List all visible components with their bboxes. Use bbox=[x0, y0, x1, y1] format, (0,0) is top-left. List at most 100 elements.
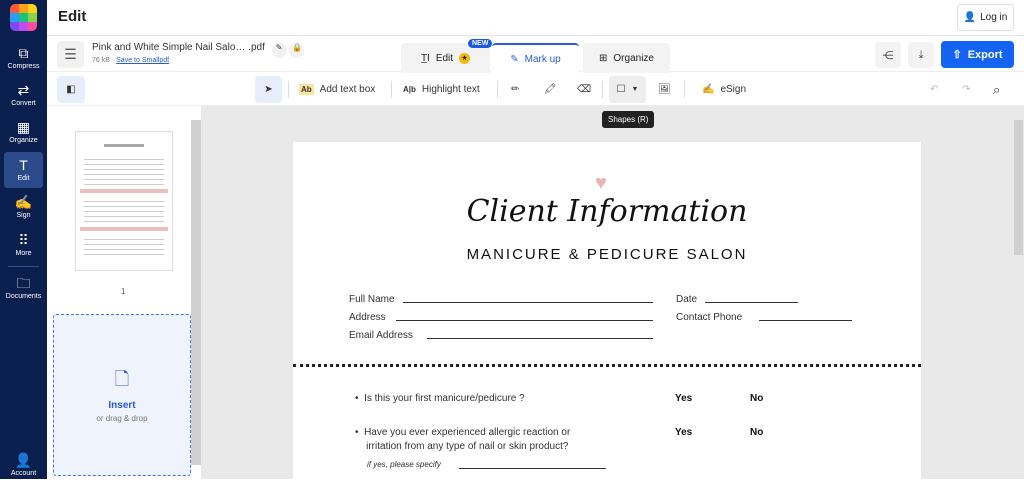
signature-icon: ✍ bbox=[702, 84, 715, 95]
question-1: • Is this your first manicure/pedicure ? bbox=[355, 393, 525, 404]
tool-label: Add text box bbox=[319, 84, 376, 95]
save-to-smallpdf-link[interactable]: Save to Smallpdf bbox=[116, 57, 169, 64]
text-edit-icon: T̲I bbox=[420, 52, 430, 64]
thumbnail-scrollbar[interactable] bbox=[191, 120, 201, 465]
insert-file-icon: 🗋 bbox=[114, 369, 130, 389]
yes-option: Yes bbox=[675, 427, 693, 438]
markup-toolbar: ◧ ➤ Ab Add text box A|b Highlight text ✏ 🖍… bbox=[47, 72, 1024, 106]
pen-icon: ✎ bbox=[510, 53, 519, 65]
user-icon: 👤 bbox=[963, 12, 977, 23]
sidebar-item-more[interactable]: ⠿ More bbox=[0, 227, 47, 263]
insert-sub-label: or drag & drop bbox=[96, 414, 148, 423]
highlighter-icon: 🖍 bbox=[544, 84, 557, 95]
sidebar-item-label: Organize bbox=[9, 137, 38, 144]
page-thumbnail[interactable] bbox=[75, 131, 173, 271]
chevron-down-icon: ▼ bbox=[631, 86, 639, 93]
document-viewer: ♥ Client Information MANICURE & PEDICURE… bbox=[201, 106, 1024, 482]
insert-dropzone[interactable]: 🗋 Insert or drag & drop bbox=[53, 314, 191, 476]
rename-pencil-icon[interactable]: ✎ bbox=[271, 43, 287, 58]
esign-button[interactable]: ✍ eSign bbox=[702, 76, 746, 103]
sidebar-item-label: Sign bbox=[16, 212, 31, 219]
sidebar-item-label: Compress bbox=[7, 63, 40, 70]
sidebar-item-convert[interactable]: ⇄ Convert bbox=[0, 77, 47, 113]
pen-tool-button[interactable]: ✏ bbox=[511, 76, 519, 103]
shapes-tool-button[interactable]: ☐ ▼ bbox=[609, 76, 646, 103]
new-badge: NEW bbox=[468, 39, 493, 48]
sidebar-item-edit[interactable]: T Edit bbox=[4, 152, 43, 188]
search-icon: ⌕ bbox=[993, 81, 1001, 97]
account-icon: 👤 bbox=[14, 452, 33, 468]
tool-label: Highlight text bbox=[421, 84, 480, 95]
insert-label: Insert bbox=[108, 400, 136, 411]
tab-organize[interactable]: ⊞ Organize bbox=[583, 43, 670, 73]
page-number: 1 bbox=[121, 287, 126, 296]
app-logo[interactable] bbox=[10, 4, 37, 31]
login-label: Log in bbox=[980, 12, 1008, 23]
sidebar-panel-icon: ◧ bbox=[66, 84, 76, 95]
redo-button[interactable]: ↷ bbox=[962, 76, 970, 103]
thumbnail-panel: 1 🗋 Insert or drag & drop bbox=[47, 106, 201, 479]
file-name-text: Pink and White Simple Nail Salo… .pdf bbox=[92, 42, 265, 53]
document-title: Client Information bbox=[466, 194, 748, 229]
email-label: Email Address bbox=[349, 330, 413, 341]
more-icon: ⠿ bbox=[18, 232, 29, 248]
download-button[interactable]: ⤓ bbox=[908, 42, 934, 68]
sidebar-item-label: Convert bbox=[11, 100, 36, 107]
grid-icon: ⊞ bbox=[599, 52, 608, 64]
no-option: No bbox=[750, 393, 764, 404]
toggle-thumbnails-button[interactable]: ◧ bbox=[57, 76, 85, 103]
image-tool-button[interactable]: 🖼 bbox=[658, 76, 671, 103]
sidebar-item-sign[interactable]: ✍ Sign bbox=[0, 189, 47, 225]
highlight-icon: A|b bbox=[403, 85, 416, 94]
cursor-icon: ➤ bbox=[264, 84, 273, 95]
add-text-box-button[interactable]: Ab Add text box bbox=[299, 76, 375, 103]
eraser-tool-button[interactable]: ⌫ bbox=[577, 76, 591, 103]
tab-markup[interactable]: ✎ Mark up bbox=[492, 43, 579, 73]
image-icon: 🖼 bbox=[658, 84, 671, 95]
date-label: Date bbox=[676, 294, 698, 305]
sidebar-item-label: Account bbox=[10, 470, 37, 477]
redo-icon: ↷ bbox=[962, 84, 971, 95]
sidebar-item-documents[interactable]: 🗀 Documents bbox=[0, 270, 47, 306]
login-button[interactable]: 👤 Log in bbox=[957, 4, 1014, 31]
sidebar-divider bbox=[8, 266, 39, 267]
file-meta: 76 kB · Save to Smallpdf bbox=[92, 57, 170, 64]
sidebar-item-account[interactable]: 👤 Account bbox=[0, 447, 47, 483]
no-option: No bbox=[750, 427, 764, 438]
question-text: Is this your first manicure/pedicure ? bbox=[364, 393, 525, 404]
question-text-cont: irritation from any type of nail or skin… bbox=[366, 441, 569, 452]
share-button[interactable]: ⋲ bbox=[875, 42, 901, 68]
sidebar: ⧉ Compress ⇄ Convert ▦ Organize T Edit ✍ Sign… bbox=[0, 0, 47, 479]
sidebar-item-label: Edit bbox=[17, 175, 30, 182]
share-icon: ⋲ bbox=[882, 49, 894, 62]
search-button[interactable]: ⌕ bbox=[993, 76, 1000, 103]
pencil-icon: ✏ bbox=[511, 84, 520, 95]
select-tool-button[interactable]: ➤ bbox=[255, 76, 282, 103]
file-size: 76 kB bbox=[92, 57, 110, 64]
menu-button[interactable]: ☰ bbox=[57, 41, 84, 68]
export-button[interactable]: ⇧ Export bbox=[941, 41, 1014, 68]
edit-icon: T bbox=[19, 157, 28, 173]
main-scrollbar[interactable] bbox=[1014, 120, 1023, 255]
file-name: Pink and White Simple Nail Salo… .pdf ✎ … bbox=[92, 42, 305, 58]
heart-icon: ♥ bbox=[595, 172, 607, 194]
square-icon: ☐ bbox=[616, 84, 626, 95]
yes-option: Yes bbox=[675, 393, 693, 404]
highlight-text-button[interactable]: A|b Highlight text bbox=[403, 76, 480, 103]
undo-button[interactable]: ↶ bbox=[930, 76, 938, 103]
eraser-icon: ⌫ bbox=[577, 84, 592, 95]
upload-icon: ⇧ bbox=[952, 49, 962, 61]
sidebar-item-organize[interactable]: ▦ Organize bbox=[0, 114, 47, 150]
highlighter-tool-button[interactable]: 🖍 bbox=[544, 76, 557, 103]
sidebar-item-label: More bbox=[15, 250, 32, 257]
question-text: Have you ever experienced allergic react… bbox=[364, 427, 571, 438]
file-bar: ☰ Pink and White Simple Nail Salo… .pdf … bbox=[47, 36, 1024, 73]
text-box-icon: Ab bbox=[299, 84, 314, 95]
lock-icon[interactable]: 🔒 bbox=[289, 43, 305, 58]
tab-label: Organize bbox=[613, 52, 654, 64]
download-icon: ⤓ bbox=[918, 48, 924, 61]
page-title: Edit bbox=[58, 8, 87, 25]
tab-label: Mark up bbox=[524, 53, 561, 65]
sidebar-item-compress[interactable]: ⧉ Compress bbox=[0, 40, 47, 76]
sidebar-item-label: Documents bbox=[5, 293, 42, 300]
